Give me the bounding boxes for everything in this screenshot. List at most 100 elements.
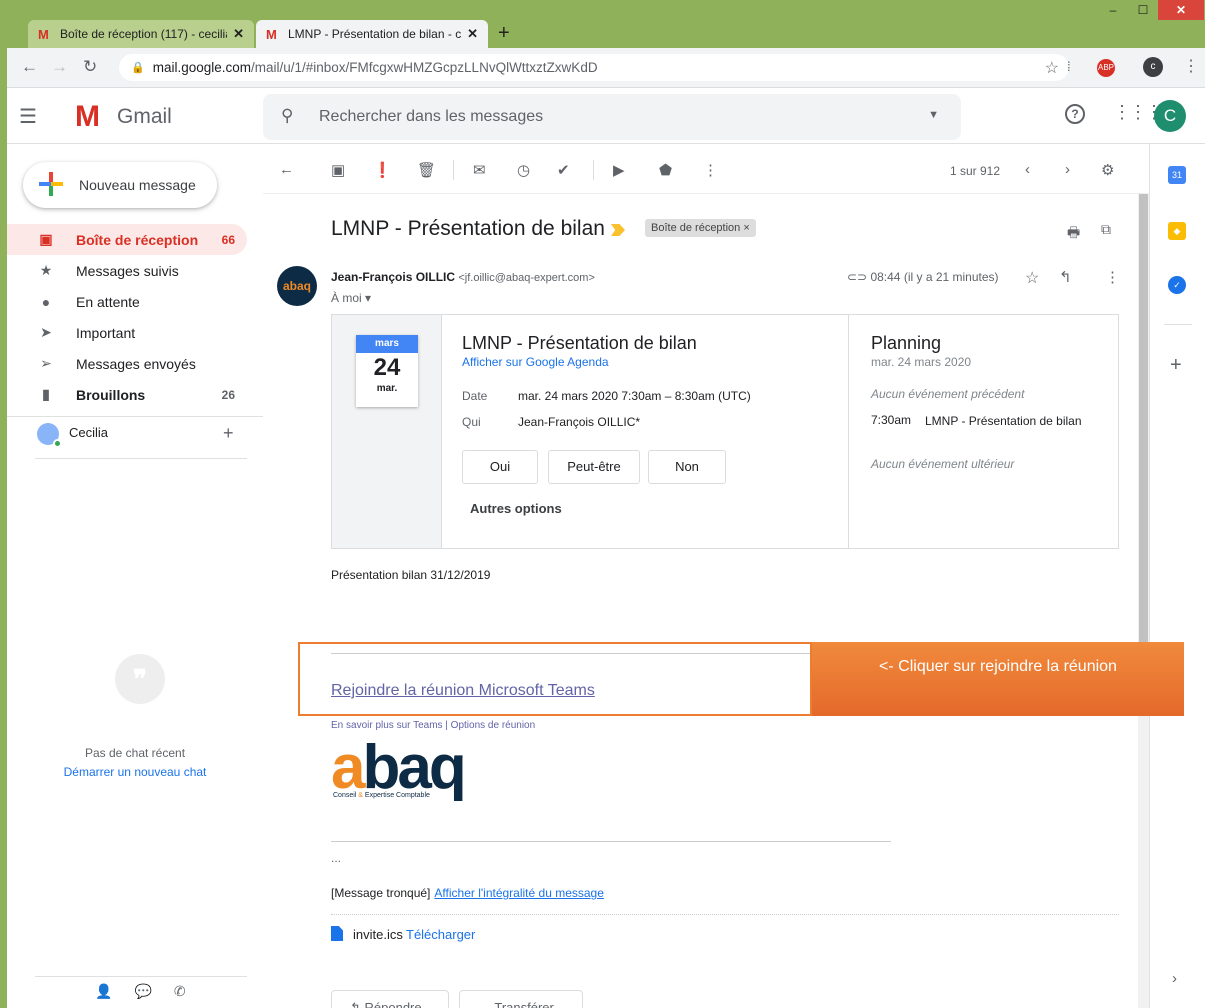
mark-unread-icon[interactable]: ✉ (473, 161, 486, 179)
recipient-details[interactable]: À moi ▾ (331, 291, 371, 305)
address-bar: ← → ↻ 🔒 mail.google.com/mail/u/1/#inbox/… (7, 48, 1205, 88)
close-icon[interactable]: ✕ (233, 26, 244, 42)
search-input[interactable]: ⚲ Rechercher dans les messages ▼ (263, 94, 961, 140)
view-in-calendar-link[interactable]: Afficher sur Google Agenda (462, 355, 609, 369)
phone-icon[interactable]: ✆ (174, 983, 186, 1000)
settings-gear-icon[interactable]: ⚙ (1101, 161, 1114, 179)
truncated-text: [Message tronqué] (331, 886, 431, 900)
star-icon[interactable]: ☆ (1025, 268, 1039, 288)
compose-label: Nouveau message (79, 177, 196, 193)
forward-arrow-icon[interactable]: → (51, 57, 68, 77)
back-arrow-icon[interactable]: ← (279, 161, 294, 178)
url-host: mail.google.com (152, 60, 251, 75)
attachment-name[interactable]: invite.ics (353, 927, 403, 942)
hangouts-user-name[interactable]: Cecilia (69, 425, 108, 440)
quoted-text-toggle[interactable]: ... (331, 851, 341, 865)
planning-panel: Planning mar. 24 mars 2020 Aucun événeme… (848, 315, 1118, 548)
sidebar-item-sent[interactable]: ➢ Messages envoyés (7, 348, 247, 379)
next-event-text: Aucun événement ultérieur (871, 457, 1015, 471)
important-marker-icon[interactable] (611, 224, 625, 236)
download-link[interactable]: Télécharger (406, 927, 475, 942)
close-icon[interactable]: ✕ (467, 26, 478, 42)
gmail-wordmark[interactable]: Gmail (117, 105, 172, 129)
newer-icon[interactable]: ‹ (1025, 161, 1030, 178)
browser-menu-icon[interactable]: ⋮ (1183, 56, 1199, 76)
message-toolbar: ← ▣ ❗ 🗑 ✉ ◷ ✔ ▶ ⬟ ⋮ 1 sur 912 ‹ › ⚙ (263, 144, 1149, 194)
sender-name[interactable]: Jean-François OILLIC (331, 270, 455, 284)
sidebar-item-snoozed[interactable]: ● En attente (7, 286, 247, 317)
inbox-label-chip[interactable]: Boîte de réception × (645, 219, 756, 237)
rsvp-yes-button[interactable]: Oui (462, 450, 538, 484)
window-maximize-button[interactable]: ☐ (1128, 0, 1158, 20)
scroll-thumb[interactable] (1139, 194, 1148, 642)
search-options-icon[interactable]: ▼ (928, 109, 939, 121)
window-close-button[interactable]: ✕ (1158, 0, 1204, 20)
gmail-logo-icon[interactable]: M (75, 100, 100, 134)
keep-addon-icon[interactable]: ◆ (1168, 222, 1186, 240)
date-value: mar. 24 mars 2020 7:30am – 8:30am (UTC) (518, 389, 751, 403)
message-time: ⊂⊃ 08:44 (il y a 21 minutes) (847, 270, 999, 284)
label-icon[interactable]: ⬟ (659, 161, 672, 179)
chat-bubble-icon: ❞ (115, 654, 165, 704)
sidebar-item-drafts[interactable]: ▮ Brouillons 26 (7, 379, 247, 410)
snooze-icon[interactable]: ◷ (517, 161, 530, 179)
rsvp-maybe-button[interactable]: Peut-être (548, 450, 640, 484)
gmail-favicon-icon: M (38, 26, 49, 42)
url-field[interactable]: 🔒 mail.google.com/mail/u/1/#inbox/FMfcgx… (119, 54, 1069, 81)
back-arrow-icon[interactable]: ← (21, 57, 38, 77)
report-spam-icon[interactable]: ❗ (373, 161, 392, 179)
chat-icon[interactable]: 💬 (134, 983, 151, 1000)
archive-icon[interactable]: ▣ (331, 161, 345, 179)
add-task-icon[interactable]: ✔ (557, 161, 570, 179)
rsvp-no-button[interactable]: Non (648, 450, 726, 484)
bookmark-star-icon[interactable]: ☆ (1045, 58, 1059, 78)
more-icon[interactable]: ⋮ (1105, 268, 1120, 286)
sender-avatar: abaq (277, 266, 317, 306)
delete-icon[interactable]: 🗑 (417, 161, 436, 179)
browser-tab-inbox[interactable]: M Boîte de réception (117) - cecilia ✕ (28, 20, 254, 48)
forward-button[interactable]: → Transférer (459, 990, 583, 1008)
reply-icon[interactable]: ↰ (1059, 268, 1072, 286)
who-value: Jean-François OILLIC* (518, 415, 641, 429)
star-icon: ★ (39, 262, 53, 278)
reload-icon[interactable]: ↻ (83, 57, 97, 77)
open-new-window-icon[interactable]: ⧉ (1101, 221, 1111, 238)
lock-icon: 🔒 (131, 62, 145, 74)
sidebar-item-inbox[interactable]: ▣ Boîte de réception 66 (7, 224, 247, 255)
account-avatar[interactable]: C (1154, 100, 1186, 132)
window-minimize-button[interactable]: – (1098, 0, 1128, 20)
adblock-icon[interactable]: ABP (1097, 59, 1115, 77)
reply-button[interactable]: ↰ Répondre (331, 990, 449, 1008)
older-icon[interactable]: › (1065, 161, 1070, 178)
sidebar-item-starred[interactable]: ★ Messages suivis (7, 255, 247, 286)
annotation-highlight-box (298, 642, 812, 716)
hangouts-user-row[interactable]: Cecilia + (7, 416, 263, 456)
contacts-icon[interactable]: 👤 (95, 983, 112, 1000)
move-to-icon[interactable]: ▶ (613, 161, 625, 179)
browser-tab-message[interactable]: M LMNP - Présentation de bilan - c ✕ (256, 20, 488, 48)
more-options-button[interactable]: Autres options (470, 501, 562, 516)
abaq-logo: abaq Conseil & Expertise Comptable (331, 733, 467, 802)
more-icon[interactable]: ⋮ (703, 161, 718, 179)
add-addon-icon[interactable]: + (1170, 354, 1182, 377)
start-chat-link[interactable]: Démarrer un nouveau chat (7, 765, 263, 779)
online-status-icon (53, 439, 62, 448)
new-tab-button[interactable]: + (498, 22, 510, 45)
add-contact-icon[interactable]: + (223, 423, 234, 444)
message-scrollbar[interactable] (1138, 194, 1149, 1008)
teams-info-links[interactable]: En savoir plus sur Teams | Options de ré… (331, 720, 535, 731)
print-icon[interactable]: 🖶 (1067, 222, 1080, 246)
chevron-right-icon[interactable]: › (1172, 970, 1177, 987)
sidebar-item-label: En attente (76, 293, 140, 310)
view-full-message-link[interactable]: Afficher l'intégralité du message (434, 886, 604, 900)
compose-button[interactable]: Nouveau message (23, 162, 217, 208)
extension-icon[interactable]: ⁞ (1067, 59, 1071, 74)
main-menu-icon[interactable]: ☰ (19, 104, 37, 129)
tasks-addon-icon[interactable]: ✓ (1168, 276, 1186, 294)
calendar-weekday: mar. (376, 383, 398, 394)
search-icon[interactable]: ⚲ (281, 106, 293, 126)
calendar-addon-icon[interactable]: 31 (1168, 166, 1186, 184)
profile-avatar[interactable]: c (1143, 57, 1163, 77)
sidebar-item-important[interactable]: ➤ Important (7, 317, 247, 348)
help-icon[interactable]: ? (1065, 104, 1085, 124)
